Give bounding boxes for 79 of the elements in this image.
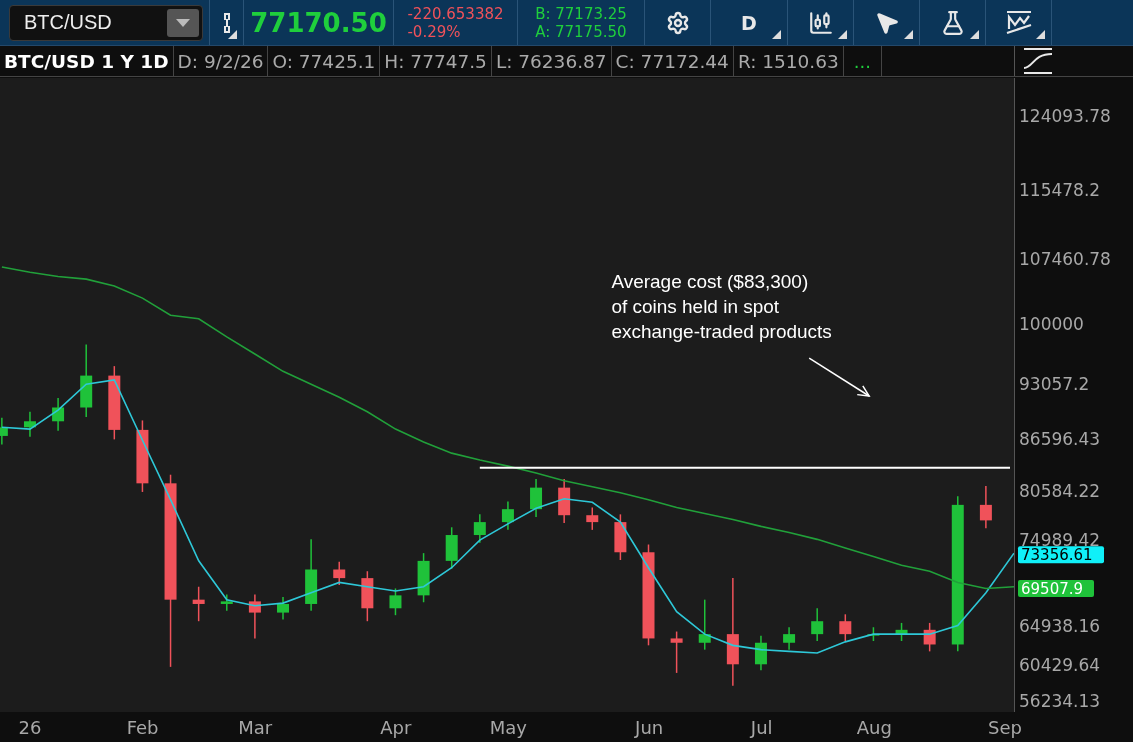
corner-triangle-icon	[228, 30, 237, 39]
candlestick	[979, 485, 992, 529]
ohlc-value: C: 77172.44	[611, 46, 734, 76]
chart-style-icon	[1021, 46, 1055, 76]
candlestick	[248, 593, 261, 640]
candlestick	[220, 593, 233, 612]
candlestick	[192, 586, 205, 622]
candlestick	[530, 478, 543, 518]
candlestick	[0, 417, 8, 446]
candlestick	[670, 630, 683, 674]
candlestick	[754, 635, 767, 672]
drawing-tools-icon	[1004, 8, 1033, 37]
candlestick	[277, 596, 289, 621]
last-value-badge: 69507.9	[1018, 579, 1094, 598]
bid-price: B: 77173.25	[535, 4, 627, 23]
y-axis-label: 124093.78	[1019, 106, 1111, 126]
y-axis-label: 86596.43	[1019, 429, 1101, 450]
candlestick	[501, 500, 514, 531]
candlestick	[445, 526, 458, 570]
candlestick	[839, 613, 852, 642]
dropdown-caret[interactable]	[167, 8, 199, 37]
x-axis-label: 26	[18, 717, 42, 738]
symbol-value: BTC/USD	[24, 11, 112, 34]
ohlc-value: O: 77425.1	[268, 46, 381, 76]
x-axis-label: Aug	[856, 717, 892, 738]
candlestick	[698, 598, 711, 651]
candlestick	[614, 513, 627, 561]
x-axis-label: Apr	[380, 717, 412, 738]
chart-title: BTC/USD 1 Y 1D	[0, 46, 174, 76]
last-price: 77170.50	[250, 7, 387, 38]
settings-icon	[665, 10, 690, 35]
x-axis-label: Jul	[750, 717, 773, 738]
ohlc-value: H: 77747.5	[380, 46, 492, 76]
candlestick	[361, 570, 374, 622]
candlestick	[389, 587, 402, 616]
corner-triangle-icon	[772, 30, 781, 39]
candlestick	[473, 513, 486, 544]
y-axis-label: 115478.2	[1019, 180, 1101, 201]
candlestick	[811, 607, 824, 642]
ohlc-value: L: 76236.87	[491, 46, 612, 76]
candlestick	[923, 622, 936, 653]
more-button[interactable]: ...	[843, 46, 882, 76]
candlestick	[558, 478, 571, 524]
x-axis-label: Sep	[988, 717, 1022, 738]
corner-triangle-icon	[1036, 30, 1045, 39]
candlestick-icon	[807, 9, 834, 36]
corner-triangle-icon	[970, 30, 979, 39]
candlestick	[52, 397, 65, 432]
x-axis-label: Mar	[238, 717, 273, 738]
y-axis-label: 64938.16	[1019, 616, 1101, 637]
x-axis-label: Feb	[126, 717, 159, 738]
corner-triangle-icon	[904, 30, 913, 39]
annotation-text: Average cost ($83,300) of coins held in spot exchange-traded products	[611, 271, 832, 343]
candlestick	[417, 552, 430, 603]
ohlc-value: D: 9/2/26	[173, 46, 269, 76]
candlestick	[783, 626, 796, 651]
x-axis-label: May	[489, 717, 528, 738]
caret-icon	[176, 18, 190, 27]
last-value-badge: 73356.61	[1018, 546, 1104, 565]
corner-triangle-icon	[838, 30, 847, 39]
ohlc-value: R: 1510.63	[733, 46, 844, 76]
x-axis-label: Jun	[635, 717, 664, 738]
candlestick	[867, 626, 880, 642]
candlestick	[24, 411, 36, 438]
interval-button[interactable]: D	[711, 0, 788, 45]
ask-price: A: 77175.50	[535, 22, 627, 41]
candlestick	[333, 561, 346, 586]
candlestick	[895, 622, 908, 642]
y-axis-label: 107460.78	[1019, 249, 1111, 270]
candlestick	[586, 506, 599, 531]
y-axis-label: 80584.22	[1019, 481, 1101, 502]
arrow	[808, 357, 871, 397]
y-axis-label: 60429.64	[1019, 655, 1101, 676]
y-axis-label: 93057.2	[1019, 373, 1090, 394]
symbol-dropdown[interactable]: BTC/USD	[9, 4, 203, 41]
percent-change: -0.29%	[407, 22, 462, 41]
net-change: -220.653382	[407, 4, 504, 23]
y-axis-label: 100000	[1019, 313, 1084, 334]
y-axis-label: 56234.13	[1019, 691, 1101, 712]
